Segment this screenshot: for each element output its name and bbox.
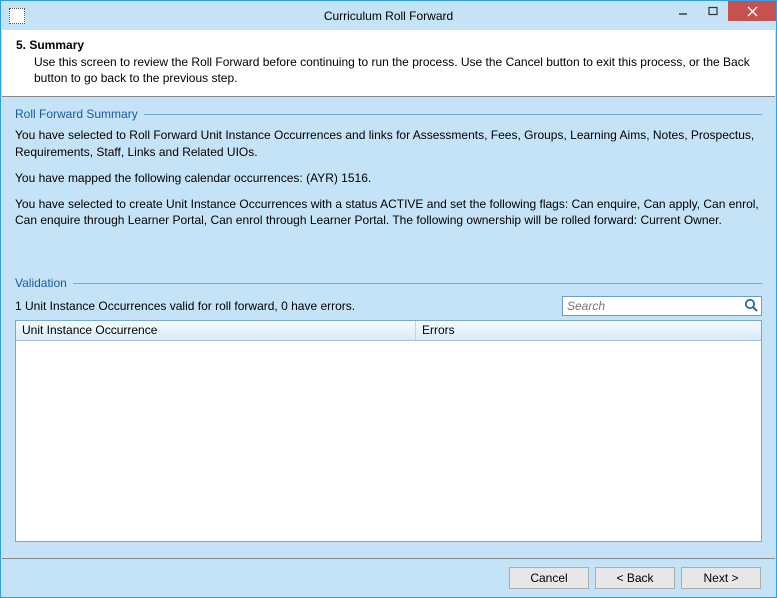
summary-paragraph: You have selected to create Unit Instanc… [15, 196, 762, 228]
summary-paragraph: You have mapped the following calendar o… [15, 170, 762, 186]
close-button[interactable] [728, 1, 776, 21]
divider [73, 283, 762, 284]
validation-group-label: Validation [15, 276, 73, 290]
table-header: Unit Instance Occurrence Errors [16, 321, 761, 341]
minimize-button[interactable] [668, 1, 698, 21]
validation-status-text: 1 Unit Instance Occurrences valid for ro… [15, 299, 355, 313]
validation-table: Unit Instance Occurrence Errors [15, 320, 762, 542]
summary-paragraph: You have selected to Roll Forward Unit I… [15, 127, 762, 159]
window-controls [668, 1, 776, 21]
back-button[interactable]: < Back [595, 567, 675, 589]
summary-group: Roll Forward Summary You have selected t… [15, 107, 762, 238]
summary-group-label: Roll Forward Summary [15, 107, 144, 121]
validation-group-header: Validation [15, 276, 762, 290]
titlebar: Curriculum Roll Forward [1, 1, 776, 30]
search-icon[interactable] [744, 298, 759, 313]
step-title: 5. Summary [16, 38, 761, 52]
table-body [16, 341, 761, 541]
validation-group: Validation 1 Unit Instance Occurrences v… [15, 276, 762, 542]
validation-status-row: 1 Unit Instance Occurrences valid for ro… [15, 296, 762, 316]
summary-group-header: Roll Forward Summary [15, 107, 762, 121]
divider [144, 114, 762, 115]
next-button[interactable]: Next > [681, 567, 761, 589]
column-header-errors[interactable]: Errors [416, 321, 761, 340]
window-title: Curriculum Roll Forward [1, 9, 776, 23]
step-description: Use this screen to review the Roll Forwa… [34, 54, 761, 86]
wizard-body: Roll Forward Summary You have selected t… [1, 97, 776, 558]
maximize-button[interactable] [698, 1, 728, 21]
wizard-window: Curriculum Roll Forward 5. Summary Use t… [0, 0, 777, 598]
column-header-uio[interactable]: Unit Instance Occurrence [16, 321, 416, 340]
wizard-header: 5. Summary Use this screen to review the… [2, 30, 775, 97]
cancel-button[interactable]: Cancel [509, 567, 589, 589]
search-wrap [562, 296, 762, 316]
wizard-footer: Cancel < Back Next > [2, 558, 775, 597]
summary-text: You have selected to Roll Forward Unit I… [15, 127, 762, 228]
search-input[interactable] [562, 296, 762, 316]
